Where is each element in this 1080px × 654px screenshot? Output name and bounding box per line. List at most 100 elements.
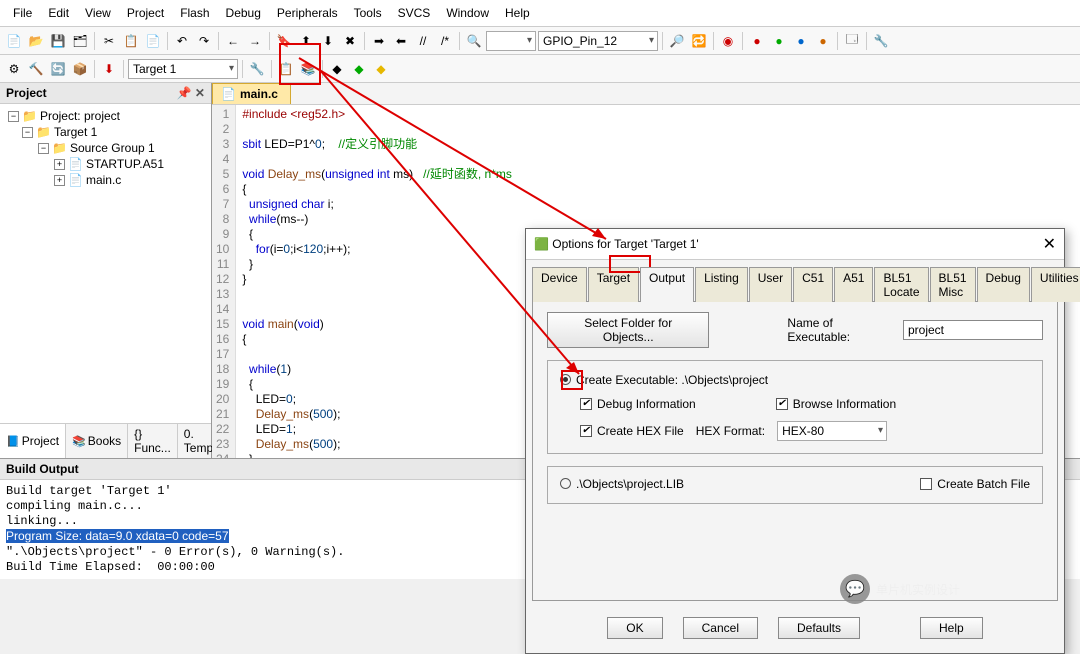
nav-back-icon[interactable]: ←	[223, 31, 243, 51]
save-icon[interactable]: 💾	[48, 31, 68, 51]
download-icon[interactable]: ⬇	[99, 59, 119, 79]
menu-flash[interactable]: Flash	[172, 3, 217, 23]
dialog-tab-listing[interactable]: Listing	[695, 267, 748, 302]
replace-icon[interactable]: 🔁	[689, 31, 709, 51]
buildall-icon[interactable]: 📦	[70, 59, 90, 79]
create-hex-check[interactable]: ✔Create HEX File	[580, 424, 684, 438]
options-dialog: 🟩 Options for Target 'Target 1' ✕ Device…	[525, 228, 1065, 654]
rebuild-icon[interactable]: 🔄	[48, 59, 68, 79]
menu-tools[interactable]: Tools	[346, 3, 390, 23]
open-icon[interactable]: 📂	[26, 31, 46, 51]
bookmark-next-icon[interactable]: ⬇	[318, 31, 338, 51]
options-icon[interactable]: 🔧	[247, 59, 267, 79]
menu-bar: FileEditViewProjectFlashDebugPeripherals…	[0, 0, 1080, 27]
select-folder-button[interactable]: Select Folder for Objects...	[547, 312, 709, 348]
build-icon[interactable]: 🔨	[26, 59, 46, 79]
find-combo[interactable]	[486, 31, 536, 51]
define-combo[interactable]: GPIO_Pin_12	[538, 31, 658, 51]
indent-icon[interactable]: ➡	[369, 31, 389, 51]
disable-icon[interactable]: ●	[791, 31, 811, 51]
bookmark-icon[interactable]: 🔖	[274, 31, 294, 51]
project-panel: Project 📌 ✕ −📁 Project: project −📁 Targe…	[0, 83, 212, 458]
debug-info-check[interactable]: ✔Debug Information	[580, 397, 696, 411]
dialog-tab-a51[interactable]: A51	[834, 267, 873, 302]
pin-icon[interactable]: 📌 ✕	[177, 86, 205, 100]
menu-svcs[interactable]: SVCS	[390, 3, 439, 23]
dialog-buttons: OK Cancel Defaults Help	[526, 607, 1064, 653]
defaults-button[interactable]: Defaults	[778, 617, 860, 639]
translate-icon[interactable]: ⚙	[4, 59, 24, 79]
paste-icon[interactable]: 📄	[143, 31, 163, 51]
comment-icon[interactable]: //	[413, 31, 433, 51]
saveall-icon[interactable]: 🗂	[70, 31, 90, 51]
cut-icon[interactable]: ✂	[99, 31, 119, 51]
filext-icon[interactable]: ◆	[327, 59, 347, 79]
create-lib-radio[interactable]: .\Objects\project.LIB	[560, 477, 684, 491]
rte-icon[interactable]: ◆	[349, 59, 369, 79]
toolbar-build: ⚙ 🔨 🔄 📦 ⬇ Target 1 🔧 📋 📚 ◆ ◆ ◆	[0, 55, 1080, 83]
ok-button[interactable]: OK	[607, 617, 662, 639]
books-icon[interactable]: 📚	[298, 59, 318, 79]
close-icon[interactable]: ✕	[1043, 234, 1056, 254]
nav-fwd-icon[interactable]: →	[245, 31, 265, 51]
dialog-tab-debug[interactable]: Debug	[977, 267, 1030, 302]
dialog-tab-utilities[interactable]: Utilities	[1031, 267, 1080, 302]
menu-peripherals[interactable]: Peripherals	[269, 3, 346, 23]
remove-icon[interactable]: ●	[769, 31, 789, 51]
name-exe-input[interactable]	[903, 320, 1043, 340]
manage-icon[interactable]: 📋	[276, 59, 296, 79]
cancel-button[interactable]: Cancel	[683, 617, 758, 639]
menu-debug[interactable]: Debug	[218, 3, 269, 23]
dialog-tab-bl51-misc[interactable]: BL51 Misc	[930, 267, 976, 302]
tab-books[interactable]: 📚 Books	[66, 424, 128, 458]
dialog-tab-c51[interactable]: C51	[793, 267, 833, 302]
menu-file[interactable]: File	[5, 3, 40, 23]
uncomment-icon[interactable]: /*	[435, 31, 455, 51]
tab-functions[interactable]: {} Func...	[128, 424, 178, 458]
line-gutter: 1 2 3 4 5 6 7 8 9 10 11 12 13 14 15 16 1…	[212, 105, 236, 458]
insert-icon[interactable]: ●	[747, 31, 767, 51]
dialog-tab-bl51-locate[interactable]: BL51 Locate	[874, 267, 928, 302]
new-icon[interactable]: 📄	[4, 31, 24, 51]
target-combo[interactable]: Target 1	[128, 59, 238, 79]
dialog-titlebar: 🟩 Options for Target 'Target 1' ✕	[526, 229, 1064, 260]
menu-window[interactable]: Window	[438, 3, 497, 23]
toolbar-main: 📄 📂 💾 🗂 ✂ 📋 📄 ↶ ↷ ← → 🔖 ⬆ ⬇ ✖ ➡ ⬅ // /* …	[0, 27, 1080, 55]
tab-project[interactable]: 📘 Project	[0, 424, 66, 458]
killall-icon[interactable]: ●	[813, 31, 833, 51]
editor-tab-main[interactable]: 📄 main.c	[212, 83, 291, 104]
dialog-tab-user[interactable]: User	[749, 267, 792, 302]
undo-icon[interactable]: ↶	[172, 31, 192, 51]
project-tree[interactable]: −📁 Project: project −📁 Target 1 −📁 Sourc…	[0, 104, 211, 423]
browse-info-check[interactable]: ✔Browse Information	[776, 397, 896, 411]
dialog-tab-output[interactable]: Output	[640, 267, 694, 302]
menu-help[interactable]: Help	[497, 3, 538, 23]
find-icon[interactable]: 🔍	[464, 31, 484, 51]
dialog-tab-device[interactable]: Device	[532, 267, 587, 302]
outdent-icon[interactable]: ⬅	[391, 31, 411, 51]
bookmark-clear-icon[interactable]: ✖	[340, 31, 360, 51]
project-panel-tabs: 📘 Project 📚 Books {} Func... 0. Temp...	[0, 423, 211, 458]
copy-icon[interactable]: 📋	[121, 31, 141, 51]
dialog-tabs: DeviceTargetOutputListingUserC51A51BL51 …	[526, 260, 1064, 301]
menu-view[interactable]: View	[77, 3, 119, 23]
debug-icon[interactable]: ◉	[718, 31, 738, 51]
menu-edit[interactable]: Edit	[40, 3, 77, 23]
help-button[interactable]: Help	[920, 617, 983, 639]
batch-icon[interactable]: ◆	[371, 59, 391, 79]
create-exe-radio[interactable]: Create Executable: .\Objects\project	[560, 373, 768, 387]
hex-format-label: HEX Format:	[696, 424, 765, 438]
redo-icon[interactable]: ↷	[194, 31, 214, 51]
dialog-tab-target[interactable]: Target	[588, 267, 639, 302]
config-icon[interactable]: 🔧	[871, 31, 891, 51]
hex-format-combo[interactable]: HEX-80	[777, 421, 887, 441]
name-exe-label: Name of Executable:	[787, 316, 885, 344]
code-area[interactable]: #include <reg52.h> sbit LED=P1^0; //定义引脚…	[236, 105, 517, 458]
menu-project[interactable]: Project	[119, 3, 172, 23]
bookmark-prev-icon[interactable]: ⬆	[296, 31, 316, 51]
project-panel-title: Project 📌 ✕	[0, 83, 211, 104]
findall-icon[interactable]: 🔎	[667, 31, 687, 51]
create-batch-check[interactable]: Create Batch File	[920, 477, 1030, 491]
dialog-page-output: Select Folder for Objects... Name of Exe…	[532, 301, 1058, 601]
window-icon[interactable]: 🗔	[842, 31, 862, 51]
